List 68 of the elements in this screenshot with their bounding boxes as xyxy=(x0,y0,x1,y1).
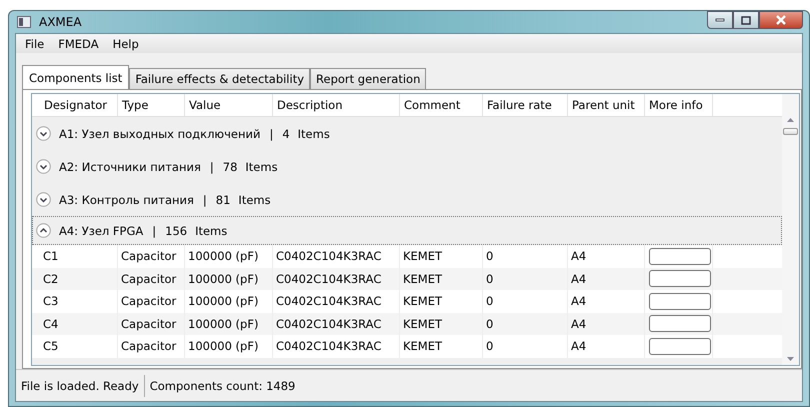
more-info-button[interactable] xyxy=(649,270,711,288)
scroll-thumb[interactable] xyxy=(783,128,798,135)
items-label: Items xyxy=(195,224,228,238)
expand-icon[interactable] xyxy=(36,159,51,174)
table-cell: Capacitor xyxy=(118,335,185,358)
column-header[interactable]: Parent unit xyxy=(568,94,645,116)
table-cell: 0 xyxy=(483,335,568,358)
column-header[interactable]: Description xyxy=(273,94,400,116)
tab[interactable]: Components list xyxy=(22,65,130,89)
more-info-button[interactable] xyxy=(649,248,711,265)
items-label: Items xyxy=(298,126,330,140)
item-count: 4 xyxy=(282,126,290,140)
table-cell: 100000 (pF) xyxy=(185,335,273,358)
items-label: Items xyxy=(238,192,271,206)
close-icon[interactable] xyxy=(775,15,787,25)
column-header[interactable]: Value xyxy=(185,94,273,116)
more-info-button[interactable] xyxy=(649,315,711,332)
more-info-button[interactable] xyxy=(649,292,711,310)
group-title: A1: Узел выходных подключений xyxy=(59,126,260,140)
group-title: A3: Контроль питания xyxy=(59,192,194,206)
item-count: 78 xyxy=(222,160,238,174)
scroll-up-icon[interactable] xyxy=(787,118,794,122)
minimize-button[interactable] xyxy=(707,11,733,29)
status-text: Components count: 1489 xyxy=(148,378,296,394)
table-row[interactable]: C3 Capacitor 100000 (pF) C0402C104K3RAC KEMET 0 A4 xyxy=(32,290,782,312)
scroll-down-icon[interactable] xyxy=(787,357,794,361)
column-header[interactable]: Designator xyxy=(40,94,118,116)
column-header[interactable]: Comment xyxy=(400,94,483,116)
column-header[interactable]: Type xyxy=(118,94,185,116)
expand-icon[interactable] xyxy=(36,126,51,141)
table-row[interactable]: C2 Capacitor 100000 (pF) C0402C104K3RAC KEMET 0 A4 xyxy=(32,268,782,290)
table-cell: C0402C104K3RAC xyxy=(273,335,400,358)
column-header[interactable]: More info xyxy=(645,94,713,116)
menu-item[interactable]: FMEDA xyxy=(51,36,106,50)
table-cell: KEMET xyxy=(400,335,483,358)
column-header[interactable]: Failure rate xyxy=(483,94,568,116)
table-cell: A4 xyxy=(568,335,645,358)
maximize-button[interactable] xyxy=(733,11,759,29)
group-title: A2: Источники питания xyxy=(59,160,201,174)
table-cell: C5 xyxy=(40,335,118,358)
collapse-icon[interactable] xyxy=(36,223,51,238)
menu-item[interactable]: File xyxy=(18,36,52,50)
minimize-icon[interactable] xyxy=(715,17,725,23)
group-title: A4: Узел FPGA xyxy=(59,224,144,238)
maximize-icon[interactable] xyxy=(741,16,751,24)
group-separator: | xyxy=(210,160,214,174)
window-icon xyxy=(17,16,31,28)
group-header[interactable]: A1: Узел выходных подключений | 4 Items xyxy=(32,117,782,150)
tab[interactable]: Report generation xyxy=(310,68,426,89)
item-count: 81 xyxy=(216,192,230,206)
items-label: Items xyxy=(245,160,278,174)
group-header[interactable]: A3: Контроль питания | 81 Items xyxy=(32,183,782,216)
window-title: AXMEA xyxy=(39,15,82,29)
group-separator: | xyxy=(202,192,207,206)
table-row[interactable]: C5 Capacitor 100000 (pF) C0402C104K3RAC KEMET 0 A4 xyxy=(32,335,782,358)
group-header[interactable]: A2: Источники питания | 78 Items xyxy=(32,150,782,183)
more-info-button[interactable] xyxy=(649,338,711,355)
table-row[interactable]: C1 Capacitor 100000 (pF) C0402C104K3RAC KEMET 0 A4 xyxy=(32,245,782,268)
group-separator: | xyxy=(152,224,156,238)
group-separator: | xyxy=(269,126,274,140)
expand-icon[interactable] xyxy=(36,192,51,207)
status-text: File is loaded. Ready xyxy=(16,374,145,396)
close-button[interactable] xyxy=(759,11,803,29)
table-row[interactable]: C4 Capacitor 100000 (pF) C0402C104K3RAC KEMET 0 A4 xyxy=(32,312,782,335)
tab[interactable]: Failure effects & detectability xyxy=(129,68,310,89)
vertical-scrollbar[interactable] xyxy=(782,94,799,365)
item-count: 156 xyxy=(165,224,188,238)
menu-item[interactable]: Help xyxy=(106,36,146,50)
